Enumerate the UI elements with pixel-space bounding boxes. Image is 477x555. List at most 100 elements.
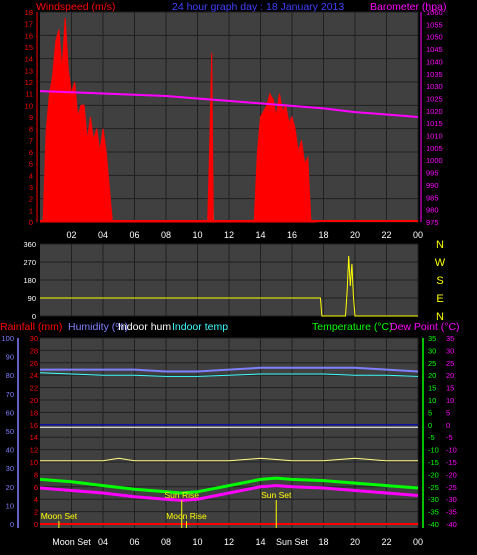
wind-x-tick: 20 (350, 230, 360, 240)
temperature-y-tick: 30 (428, 346, 436, 355)
wind-y-tick: 10 (25, 101, 33, 110)
dewpoint-y-tick: 0 (446, 421, 450, 430)
temperature-y-tick: -20 (428, 470, 439, 479)
temperature-y-tick: -35 (428, 508, 439, 517)
humidity-y-tick: 50 (6, 427, 14, 436)
dewpoint-y-tick: -10 (446, 446, 457, 455)
wind-y-tick: 13 (25, 66, 33, 75)
wind-y-tick: 9 (29, 113, 33, 122)
barometer-y-tick: 1015 (426, 119, 443, 128)
compass-label: W (435, 257, 446, 269)
legend-temperature: Temperature (°C) (312, 321, 393, 333)
compass-label: N (436, 239, 444, 251)
wind-x-tick: 18 (318, 230, 328, 240)
wind-y-tick: 2 (29, 195, 33, 204)
temperature-y-tick: 35 (428, 334, 436, 343)
dewpoint-y-tick: 15 (446, 384, 454, 393)
wind-x-tick: 06 (129, 230, 139, 240)
wind-x-tick: 10 (192, 230, 202, 240)
temp-x-tick: 20 (350, 537, 360, 547)
temperature-y-tick: -15 (428, 458, 439, 467)
rain-y-tick: 20 (30, 396, 38, 405)
dewpoint-y-tick: -40 (446, 520, 457, 529)
wind-y-tick: 7 (29, 136, 33, 145)
humidity-y-tick: 70 (6, 390, 14, 399)
humidity-y-tick: 90 (6, 353, 14, 362)
barometer-y-tick: 1010 (426, 132, 443, 141)
humidity-y-tick: 30 (6, 464, 14, 473)
wind-y-tick: 4 (29, 171, 33, 180)
temp-x-tick: 14 (255, 537, 265, 547)
compass-label: E (436, 293, 443, 305)
legend-indoor-hum: Indoor hum (118, 321, 171, 333)
dewpoint-y-tick: 25 (446, 359, 454, 368)
wind-y-tick: 0 (29, 218, 33, 227)
dewpoint-y-tick: -30 (446, 495, 457, 504)
humidity-y-tick: 80 (6, 371, 14, 380)
rain-y-tick: 12 (30, 446, 38, 455)
wind-y-tick: 11 (25, 90, 33, 99)
wind-y-tick: 15 (25, 43, 33, 52)
rain-y-tick: 14 (30, 433, 38, 442)
temp-x-tick: 06 (129, 537, 139, 547)
temp-x-tick: 12 (224, 537, 234, 547)
temp-x-tick: 00 (413, 537, 423, 547)
wind-x-tick: 22 (381, 230, 391, 240)
wind-y-tick: 5 (29, 160, 33, 169)
humidity-y-tick: 10 (6, 501, 14, 510)
wind-y-tick: 6 (29, 148, 33, 157)
dewpoint-y-tick: -15 (446, 458, 457, 467)
event-label: Moon Set (41, 511, 78, 521)
dewpoint-y-tick: 35 (446, 334, 454, 343)
temp-x-tick: 22 (381, 537, 391, 547)
temperature-y-tick: 5 (428, 408, 432, 417)
barometer-y-tick: 990 (426, 181, 439, 190)
wind-y-tick: 1 (29, 206, 33, 215)
barometer-y-tick: 1040 (426, 57, 443, 66)
barometer-y-tick: 975 (426, 218, 439, 227)
temperature-y-tick: -40 (428, 520, 439, 529)
barometer-y-tick: 1000 (426, 156, 443, 165)
event-label: Moon Rise (166, 511, 207, 521)
graph-title: 24 hour graph day : 18 January 2013 (172, 1, 344, 13)
rain-y-tick: 28 (30, 346, 38, 355)
barometer-y-tick: 995 (426, 169, 439, 178)
barometer-y-tick: 1020 (426, 107, 443, 116)
dewpoint-y-tick: 20 (446, 371, 454, 380)
rain-y-tick: 16 (30, 421, 38, 430)
legend-indoor-temp: Indoor temp (172, 321, 228, 333)
dewpoint-y-tick: -5 (446, 433, 453, 442)
barometer-y-tick: 1055 (426, 20, 443, 29)
dewpoint-y-tick: -25 (446, 483, 457, 492)
wind-x-tick: 12 (224, 230, 234, 240)
direction-y-tick: 0 (32, 312, 36, 321)
barometer-y-tick: 1060 (426, 8, 443, 17)
rain-y-tick: 2 (34, 508, 38, 517)
barometer-y-tick: 1030 (426, 82, 443, 91)
weather-graph: Windspeed (m/s) 24 hour graph day : 18 J… (0, 0, 477, 555)
rain-y-tick: 18 (30, 408, 38, 417)
barometer-y-tick: 1050 (426, 33, 443, 42)
humidity-y-tick: 0 (10, 520, 14, 529)
temperature-y-tick: 0 (428, 421, 432, 430)
barometer-y-tick: 985 (426, 193, 439, 202)
barometer-y-tick: 1005 (426, 144, 443, 153)
wind-x-tick: 16 (287, 230, 297, 240)
humidity-y-tick: 60 (6, 408, 14, 417)
wind-y-tick: 3 (29, 183, 33, 192)
wind-x-tick: 02 (66, 230, 76, 240)
rain-y-tick: 30 (30, 334, 38, 343)
temp-x-tick: Sun Set (276, 537, 309, 547)
temp-x-tick: 18 (318, 537, 328, 547)
temp-x-tick: Moon Set (52, 537, 91, 547)
dewpoint-y-tick: -20 (446, 470, 457, 479)
event-label: Sun Rise (165, 490, 200, 500)
barometer-y-tick: 980 (426, 206, 439, 215)
barometer-y-tick: 1035 (426, 70, 443, 79)
wind-y-tick: 8 (29, 125, 33, 134)
temperature-y-tick: 15 (428, 384, 436, 393)
legend-rainfall: Rainfall (mm) (0, 321, 62, 333)
rain-y-tick: 22 (30, 384, 38, 393)
barometer-y-tick: 1025 (426, 94, 443, 103)
rain-y-tick: 0 (34, 520, 38, 529)
